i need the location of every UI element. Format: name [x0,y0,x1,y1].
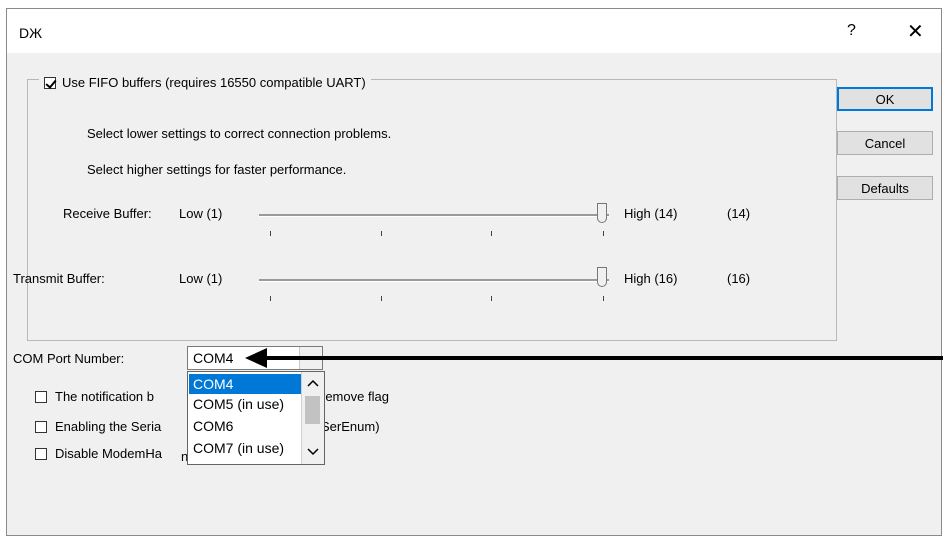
fifo-checkbox[interactable] [44,76,56,89]
notification-label: The notification b [55,389,155,404]
receive-buffer-label: Receive Buffer: [63,206,152,221]
com-option[interactable]: COM7 (in use) [189,438,301,458]
serial-enum-label-suffix: SerEnum) [321,419,380,434]
receive-tick [381,231,382,236]
com-option[interactable]: COM4 [189,374,301,394]
transmit-slider-thumb[interactable] [597,267,607,287]
transmit-low-label: Low (1) [179,271,223,286]
close-icon[interactable]: ✕ [907,19,924,44]
transmit-tick [603,296,604,301]
receive-tick [603,231,604,236]
transmit-buffer-label: Transmit Buffer: [13,271,105,286]
receive-tick [270,231,271,236]
chevron-down-icon[interactable] [306,446,320,456]
transmit-high-label: High (16) [624,271,678,286]
com-port-label: COM Port Number: [13,351,125,366]
transmit-tick [270,296,271,301]
defaults-button[interactable]: Defaults [837,176,933,200]
ok-button[interactable]: OK [837,87,933,111]
transmit-tick [381,296,382,301]
notification-checkbox[interactable] [35,390,47,403]
advanced-settings-dialog: DЖ ? ✕ Use FIFO buffers (requires 16550 … [6,8,943,536]
help-icon[interactable]: ? [847,22,856,40]
transmit-current-value: (16) [727,271,751,286]
cancel-button[interactable]: Cancel [837,131,933,155]
com-option[interactable]: COM6 [189,416,301,436]
transmit-slider-track[interactable] [259,279,609,282]
fifo-checkbox-group[interactable]: Use FIFO buffers (requires 16550 compati… [39,75,371,90]
annotation-arrow [257,356,943,360]
modem-handshake-label: Disable ModemHa [55,446,162,461]
hint-higher-text: Select higher settings for faster perfor… [87,162,347,177]
modem-handshake-option[interactable]: Disable ModemHa [35,446,162,461]
title-bar: DЖ ? ✕ [7,9,941,53]
serial-enum-checkbox[interactable] [35,420,47,433]
notification-option[interactable]: The notification b [35,389,154,404]
serial-enum-option[interactable]: Enabling the Seria [35,419,161,434]
chevron-up-icon[interactable] [306,378,320,388]
annotation-arrowhead [245,348,267,368]
serial-enum-label: Enabling the Seria [55,419,162,434]
receive-slider-track[interactable] [259,214,609,217]
modem-handshake-checkbox[interactable] [35,447,47,460]
receive-slider-thumb[interactable] [597,203,607,223]
com-option[interactable]: COM5 (in use) [189,394,301,414]
com-port-dropdown[interactable]: COM4 COM5 (in use) COM6 COM7 (in use) [187,371,325,465]
com-port-value: COM4 [193,350,234,366]
notification-label-suffix: remove flag [321,389,389,404]
receive-low-label: Low (1) [179,206,223,221]
fifo-checkbox-label: Use FIFO buffers (requires 16550 compati… [62,75,366,90]
receive-high-label: High (14) [624,206,678,221]
receive-current-value: (14) [727,206,751,221]
scroll-thumb[interactable] [305,396,320,424]
dialog-title: DЖ [19,25,43,41]
dropdown-scrollbar[interactable] [301,372,324,464]
hint-lower-text: Select lower settings to correct connect… [87,126,392,141]
receive-tick [491,231,492,236]
transmit-tick [491,296,492,301]
